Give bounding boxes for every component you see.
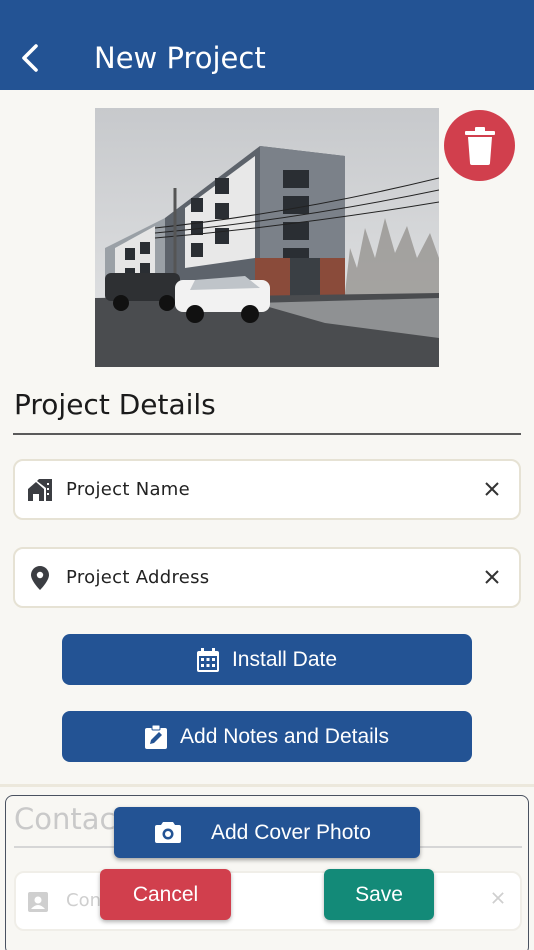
project-address-label: Project Address <box>66 567 210 588</box>
cancel-button[interactable]: Cancel <box>100 869 231 920</box>
clipboard-edit-icon <box>145 724 168 749</box>
add-cover-photo-label: Add Cover Photo <box>211 821 371 844</box>
section-divider <box>13 433 521 435</box>
back-button[interactable] <box>14 40 46 76</box>
project-name-field[interactable]: Project Name <box>13 459 521 520</box>
close-icon[interactable] <box>492 891 504 909</box>
contact-field-label: Con <box>66 890 101 911</box>
add-cover-photo-button[interactable]: Add Cover Photo <box>114 807 420 858</box>
contact-icon <box>28 890 48 917</box>
add-notes-label: Add Notes and Details <box>180 724 389 748</box>
section-title-project-details: Project Details <box>14 388 216 421</box>
location-pin-icon <box>28 566 52 590</box>
save-button[interactable]: Save <box>324 869 434 920</box>
close-icon[interactable] <box>482 479 502 499</box>
trash-icon <box>464 126 495 165</box>
add-notes-button[interactable]: Add Notes and Details <box>62 711 472 762</box>
cover-photo[interactable] <box>95 108 439 367</box>
close-icon[interactable] <box>482 567 502 587</box>
chevron-left-icon <box>22 44 38 72</box>
home-work-icon <box>28 478 52 502</box>
section-title-contacts: Contact <box>14 802 127 836</box>
content-separator <box>0 784 534 787</box>
install-date-button[interactable]: Install Date <box>62 634 472 685</box>
page-title: New Project <box>94 41 266 75</box>
contact-field[interactable]: Con <box>14 871 522 931</box>
app-bar: New Project <box>0 0 534 90</box>
delete-photo-button[interactable] <box>444 110 515 181</box>
project-name-label: Project Name <box>66 479 191 500</box>
install-date-label: Install Date <box>231 647 338 671</box>
camera-icon <box>155 820 181 850</box>
project-address-field[interactable]: Project Address <box>13 547 521 608</box>
calendar-icon <box>196 647 219 672</box>
